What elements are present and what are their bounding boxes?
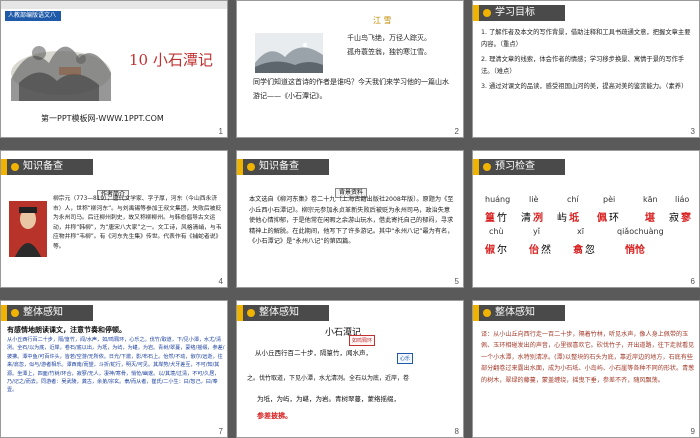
slide-number: 1 (218, 127, 223, 136)
slide-thumbnail-7[interactable]: 整体感知 有感情地朗读课文，注意节奏和停顿。 从小丘西行百二十步，隔/篁竹，闻/… (0, 300, 228, 438)
pinyin: qiǎochuàng (617, 227, 664, 236)
pinyin-row-2: chù yǐ xī qiǎochuàng (485, 227, 695, 239)
objectives-list: 1. 了解作者及本文的写作背景，借助注释和工具书疏通文意，把握文章主要内容。（重… (481, 27, 695, 93)
section-title: 知识备查 (259, 161, 299, 172)
intro-question: 同学们知道这首诗的作者是谁吗？今天我们来学习他的一篇山水游记——《小石潭记》。 (253, 78, 449, 100)
text-line-3: 为坻，为屿，为嵁，为岩。青树翠蔓，蒙络摇缀， (257, 395, 400, 403)
pinyin: xī (577, 227, 584, 236)
hanzi: 忽 (585, 245, 595, 256)
pinyin: chí (567, 195, 579, 204)
section-header: 知识备查 (1, 159, 93, 175)
text-line-1: 从小丘西行百二十步，隔篁竹，闻水声， (255, 349, 372, 357)
hanzi-row-2: 俶 尔 佁 然 翕 忽 悄怆 (485, 241, 695, 256)
bullet-dot (247, 309, 255, 317)
annotation-box: 如鸣珮环 (349, 335, 376, 346)
slide-number: 6 (690, 277, 695, 286)
hanzi-highlight: 悄怆 (625, 245, 645, 256)
slide-title: 10 小石潭记 (129, 51, 213, 69)
header-strip (1, 1, 227, 9)
author-bio: 柳宗元（773—819），唐代文学家、字子厚，河东（今山西永济市）人，世称“柳河… (53, 196, 222, 250)
hanzi: 环 (609, 213, 619, 224)
slide-thumbnail-9[interactable]: 整体感知 译：从小山丘向西行走一百二十步，隔着竹林，听见水声，像人身上佩带的玉佩… (472, 300, 700, 438)
pinyin: chù (489, 227, 504, 236)
translation-text: 译：从小山丘向西行走一百二十步，隔着竹林，听见水声，像人身上佩带的玉佩、玉环相碰… (481, 331, 695, 384)
section-title: 整体感知 (23, 307, 63, 318)
section-title: 知识备查 (23, 161, 63, 172)
hanzi-highlight: 佁 (529, 245, 539, 256)
hanzi: 清 (521, 213, 531, 224)
slide-number: 5 (454, 277, 459, 286)
hanzi-highlight: 篁 (485, 213, 495, 224)
section-header: 预习检查 (473, 159, 565, 175)
bullet-dot (483, 309, 491, 317)
poem-line-2: 孤舟蓑笠翁，独钓寒江雪。 (347, 48, 431, 56)
hanzi-highlight: 翕 (573, 245, 583, 256)
bullet-dot (483, 163, 491, 171)
section-header: 整体感知 (1, 305, 93, 321)
hanzi: 屿 (557, 213, 567, 224)
slide-thumbnail-8[interactable]: 整体感知 小石潭记 从小丘西行百二十步，隔篁竹，闻水声， 如鸣珮环 心乐 之。伐… (236, 300, 464, 438)
slide-thumbnail-2[interactable]: 江 雪 千山鸟飞绝，万径人踪灭。 孤舟蓑笠翁，独钓寒江雪。 同学们知道这首诗的作… (236, 0, 464, 138)
background-text: 本文选自《柳河东集》卷二十九（上海古籍出版社2008年版）。原题为《至小丘西小石… (249, 196, 454, 245)
hanzi-row-1: 篁 竹 清 冽 屿 坻 佩 环 堪 寂 寥 (485, 209, 695, 224)
section-header: 知识备查 (237, 159, 329, 175)
pinyin-row-1: huáng liè chí pèi kān liáo (485, 195, 695, 207)
ink-painting-image (9, 23, 113, 101)
footer-text: 第一PPT模板网-WWW.1PPT.COM (41, 114, 164, 123)
objective-item: 2. 理清文章的线索，体会作者的情感；学习移步换景、寓情于景的写作手法。（难点） (481, 56, 685, 75)
section-title: 预习检查 (495, 161, 535, 172)
slide-number: 9 (690, 427, 695, 436)
section-title: 整体感知 (259, 307, 299, 318)
text-line-4: 参差披拂。 (257, 412, 292, 420)
section-header: 整体感知 (473, 305, 565, 321)
pinyin: huáng (485, 195, 511, 204)
hanzi: 尔 (497, 245, 507, 256)
poem-line-1: 千山鸟飞绝，万径人踪灭。 (347, 34, 431, 42)
hanzi: 竹 (497, 213, 507, 224)
slide-thumbnail-6[interactable]: 预习检查 huáng liè chí pèi kān liáo 篁 竹 清 冽 … (472, 150, 700, 288)
slide-thumbnail-4[interactable]: 知识备查 作者简介 柳宗元（773—819），唐代文学家、字子厚，河东（今山西永… (0, 150, 228, 288)
pinyin: pèi (603, 195, 616, 204)
bullet-dot (247, 163, 255, 171)
slide-sorter-grid: 人教部编版语文八年级 10 小石潭记 第一PPT模板网-WWW.1PPT.COM… (0, 0, 700, 438)
pinyin: yǐ (533, 227, 540, 236)
pinyin: kān (643, 195, 658, 204)
slide-thumbnail-5[interactable]: 知识备查 背景资料 本文选自《柳河东集》卷二十九（上海古籍出版社2008年版）。… (236, 150, 464, 288)
objective-item: 1. 了解作者及本文的写作背景，借助注释和工具书疏通文意，把握文章主要内容。（重… (481, 29, 691, 48)
section-header: 整体感知 (237, 305, 329, 321)
bullet-dot (11, 309, 19, 317)
slide-number: 8 (454, 427, 459, 436)
pinyin: liè (529, 195, 539, 204)
objective-item: 3. 通过对课文的品读，感受祖国山河的美，提高对美的鉴赏能力。（素养） (481, 83, 688, 90)
section-header: 学习目标 (473, 5, 565, 21)
slide-number: 4 (218, 277, 223, 286)
hanzi-highlight: 寥 (681, 213, 691, 224)
bullet-dot (483, 9, 491, 17)
text-line-2: 之。伐竹取道，下见小潭，水尤清冽。全石以为底，近岸，卷 (247, 375, 410, 382)
bullet-dot (11, 163, 19, 171)
pinyin: liáo (675, 195, 690, 204)
slide-thumbnail-3[interactable]: 学习目标 1. 了解作者及本文的写作背景，借助注释和工具书疏通文意，把握文章主要… (472, 0, 700, 138)
snow-scene-image (255, 33, 323, 73)
slide-thumbnail-1[interactable]: 人教部编版语文八年级 10 小石潭记 第一PPT模板网-WWW.1PPT.COM… (0, 0, 228, 138)
slide-number: 2 (454, 127, 459, 136)
rhythm-text: 从小丘西行百二十步，隔/篁竹，闻/水声，如/鸣珮环，心乐之。伐竹/取道，下/见小… (7, 337, 225, 394)
hanzi-highlight: 佩 (597, 213, 607, 224)
slide-number: 7 (218, 427, 223, 436)
annotation-box: 心乐 (397, 353, 414, 364)
hanzi: 然 (541, 245, 551, 256)
hanzi-highlight: 堪 (645, 213, 655, 224)
section-title: 学习目标 (495, 7, 535, 18)
reading-prompt: 有感情地朗读课文，注意节奏和停顿。 (7, 326, 126, 334)
header-band: 人教部编版语文八年级 (5, 11, 61, 29)
hanzi-highlight: 坻 (569, 213, 579, 224)
section-title: 整体感知 (495, 307, 535, 318)
author-portrait (9, 201, 47, 257)
hanzi-highlight: 冽 (533, 213, 543, 224)
poem-title: 江 雪 (373, 16, 392, 25)
slide-number: 3 (690, 127, 695, 136)
hanzi: 寂 (669, 213, 679, 224)
hanzi-highlight: 俶 (485, 245, 495, 256)
